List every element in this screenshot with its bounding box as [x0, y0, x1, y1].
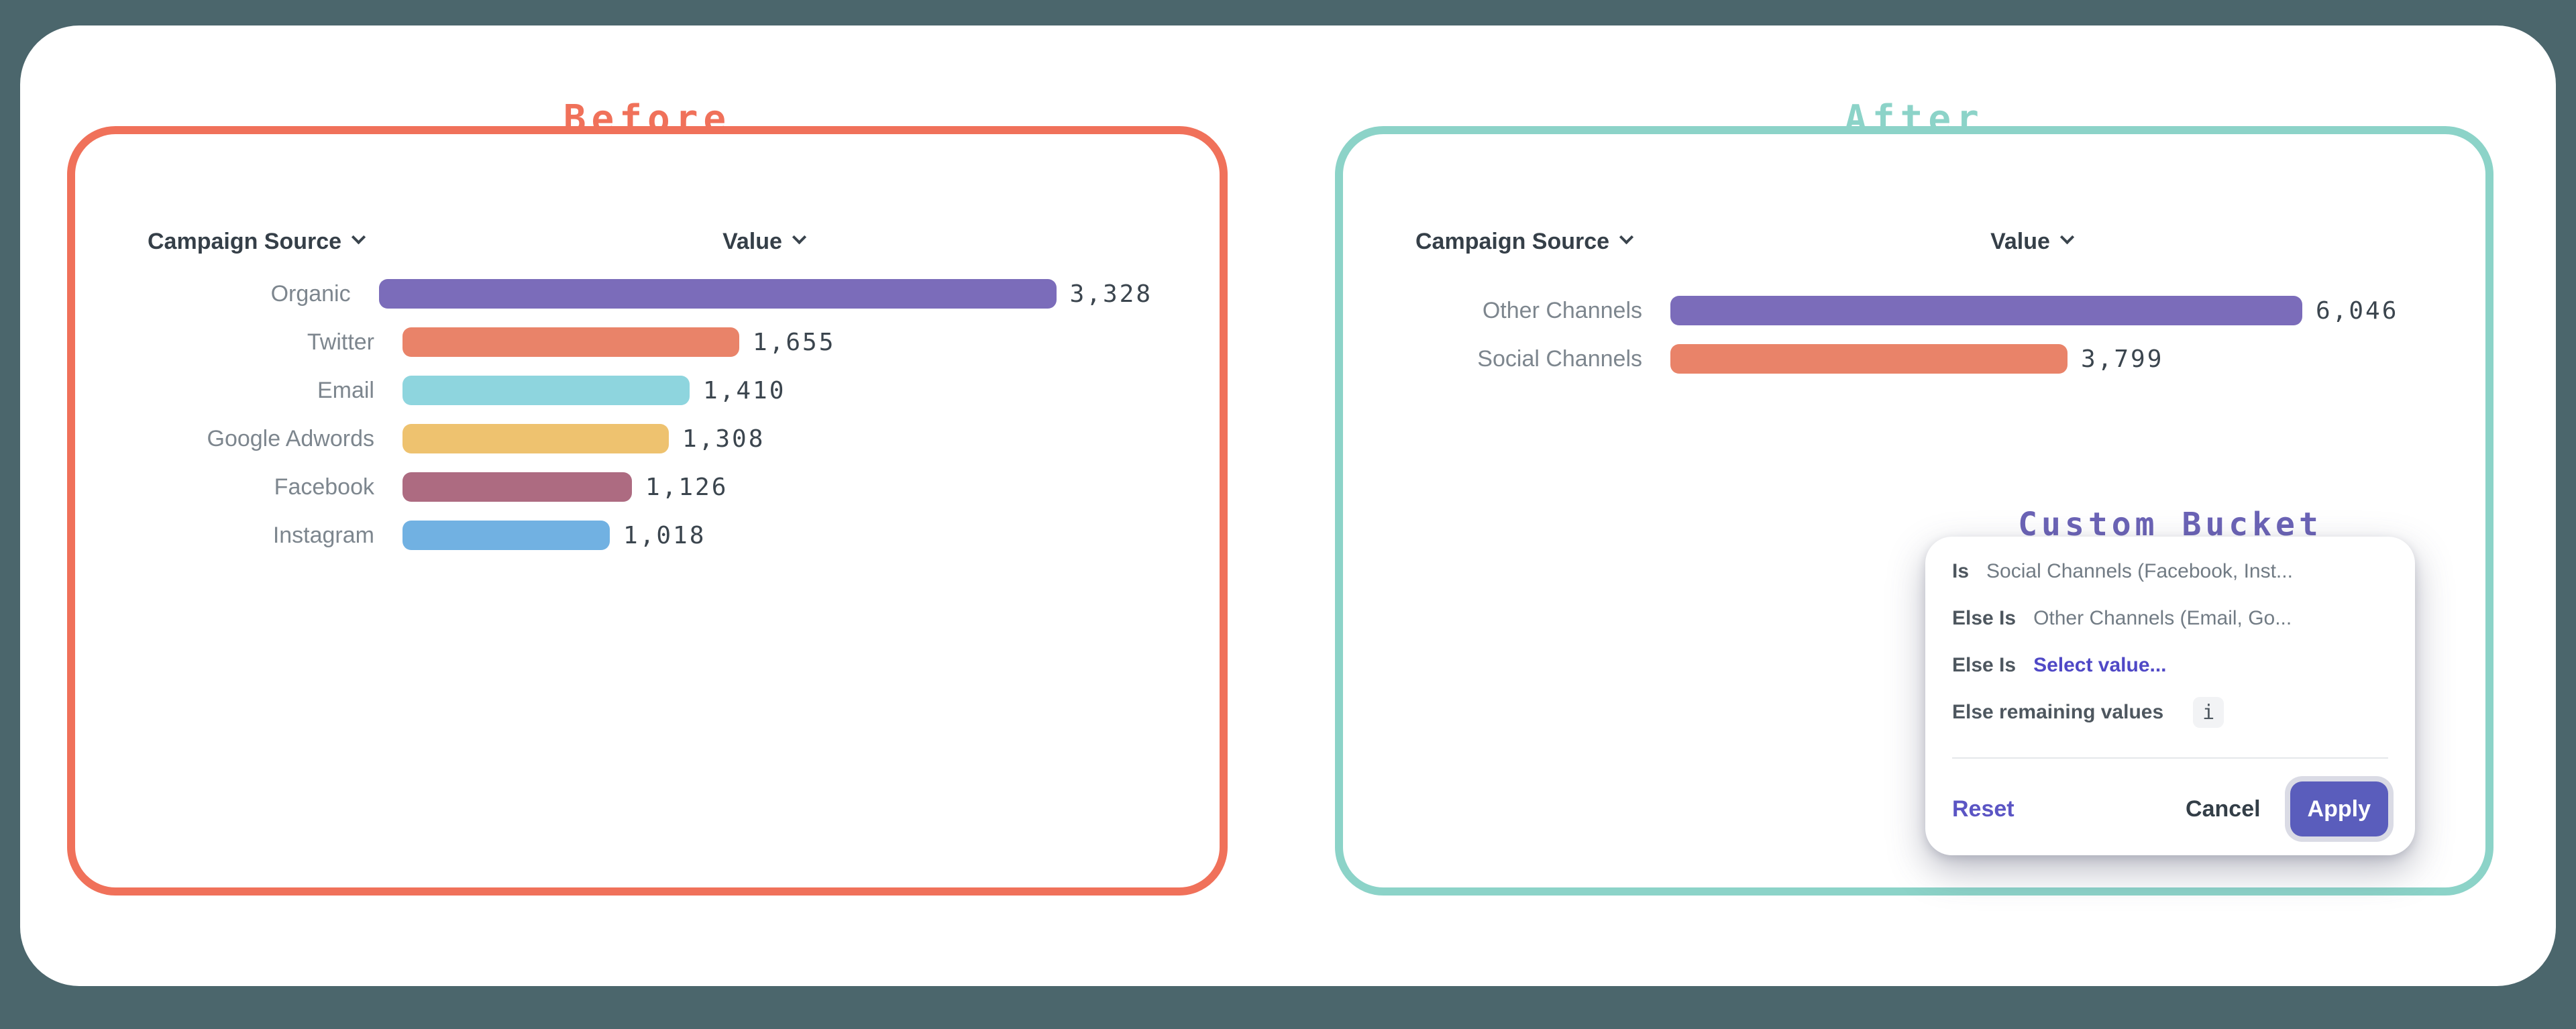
- table-body: Organic 3,328 Twitter 1,655 Email 1,410 Google…: [148, 270, 1152, 559]
- table-row: Facebook 1,126: [148, 463, 1152, 511]
- bucket-rule-label: Else Is: [1952, 654, 2016, 677]
- bar-zone: 3,799: [1670, 344, 2163, 374]
- main-card: Before After Campaign Source Value Organ…: [20, 25, 2556, 986]
- dimension-header-label: Campaign Source: [148, 229, 341, 255]
- value-bar[interactable]: [402, 472, 632, 502]
- table-header-row: Campaign Source Value: [1415, 224, 2420, 259]
- dimension-header-label: Campaign Source: [1415, 229, 1609, 255]
- dialog-divider: [1952, 757, 2388, 759]
- value-header-label: Value: [722, 229, 782, 255]
- row-label: Organic: [148, 281, 351, 307]
- bar-zone: 3,328: [379, 279, 1152, 309]
- bucket-rule-value[interactable]: Other Channels (Email, Go...: [2033, 607, 2292, 630]
- apply-button[interactable]: Apply: [2290, 781, 2388, 836]
- bar-zone: 6,046: [1670, 296, 2398, 325]
- value-header[interactable]: Value: [374, 229, 1152, 255]
- row-label: Instagram: [148, 523, 374, 549]
- bar-zone: 1,018: [402, 521, 706, 550]
- bucket-rule-row: Else remaining values i: [1925, 689, 2415, 736]
- value-label: 6,046: [2316, 297, 2398, 325]
- row-label: Facebook: [148, 474, 374, 500]
- value-bar[interactable]: [402, 424, 669, 453]
- value-bar[interactable]: [1670, 296, 2302, 325]
- table-row: Instagram 1,018: [148, 511, 1152, 559]
- bucket-rules-list: Is Social Channels (Facebook, Inst... Else…: [1925, 537, 2415, 736]
- before-panel: Campaign Source Value Organic 3,328 Twitte…: [67, 126, 1228, 896]
- custom-bucket-dialog: Is Social Channels (Facebook, Inst... Else…: [1925, 537, 2415, 855]
- table-row: Other Channels 6,046: [1415, 286, 2420, 335]
- table-body: Other Channels 6,046 Social Channels 3,799: [1415, 286, 2420, 383]
- value-bar[interactable]: [379, 279, 1057, 309]
- bucket-rule-row: Else Is Other Channels (Email, Go...: [1925, 595, 2415, 642]
- row-label: Google Adwords: [148, 426, 374, 452]
- dimension-header[interactable]: Campaign Source: [148, 229, 374, 255]
- select-value-link[interactable]: Select value...: [2033, 654, 2166, 677]
- bucket-rule-label: Else remaining values: [1952, 701, 2163, 724]
- value-label: 1,018: [623, 522, 706, 549]
- table-row: Google Adwords 1,308: [148, 415, 1152, 463]
- value-bar[interactable]: [402, 521, 610, 550]
- table-header-row: Campaign Source Value: [148, 224, 1152, 259]
- value-header[interactable]: Value: [1642, 229, 2420, 255]
- row-label: Other Channels: [1415, 298, 1642, 324]
- table-row: Twitter 1,655: [148, 318, 1152, 366]
- value-bar[interactable]: [402, 327, 739, 357]
- bucket-rule-row: Is Social Channels (Facebook, Inst...: [1925, 548, 2415, 595]
- chevron-down-icon: [792, 230, 806, 244]
- cancel-button[interactable]: Cancel: [2186, 796, 2261, 822]
- value-label: 1,308: [682, 425, 765, 453]
- table-row: Organic 3,328: [148, 270, 1152, 318]
- bucket-rule-row: Else Is Select value...: [1925, 642, 2415, 689]
- bucket-rule-label: Is: [1952, 560, 1969, 583]
- value-label: 1,655: [753, 329, 835, 356]
- value-label: 1,410: [703, 377, 786, 404]
- table-row: Email 1,410: [148, 366, 1152, 415]
- value-label: 3,799: [2081, 345, 2163, 373]
- bar-zone: 1,308: [402, 424, 765, 453]
- row-label: Social Channels: [1415, 346, 1642, 372]
- bucket-rule-value[interactable]: Social Channels (Facebook, Inst...: [1986, 560, 2293, 583]
- value-bar[interactable]: [402, 376, 690, 405]
- value-header-label: Value: [1990, 229, 2050, 255]
- value-bar[interactable]: [1670, 344, 2068, 374]
- bucket-rule-label: Else Is: [1952, 607, 2016, 630]
- bar-zone: 1,410: [402, 376, 786, 405]
- row-label: Twitter: [148, 329, 374, 356]
- after-table: Campaign Source Value Other Channels 6,04…: [1415, 224, 2420, 383]
- chevron-down-icon: [1619, 230, 1633, 244]
- before-table: Campaign Source Value Organic 3,328 Twitte…: [148, 224, 1152, 559]
- reset-button[interactable]: Reset: [1952, 796, 2015, 822]
- info-icon[interactable]: i: [2193, 697, 2224, 728]
- dialog-footer: Reset Cancel Apply: [1925, 772, 2415, 846]
- chevron-down-icon: [2060, 230, 2074, 244]
- dimension-header[interactable]: Campaign Source: [1415, 229, 1642, 255]
- value-label: 3,328: [1070, 280, 1152, 308]
- value-label: 1,126: [645, 474, 728, 501]
- chevron-down-icon: [352, 230, 366, 244]
- bar-zone: 1,655: [402, 327, 835, 357]
- bar-zone: 1,126: [402, 472, 728, 502]
- row-label: Email: [148, 378, 374, 404]
- table-row: Social Channels 3,799: [1415, 335, 2420, 383]
